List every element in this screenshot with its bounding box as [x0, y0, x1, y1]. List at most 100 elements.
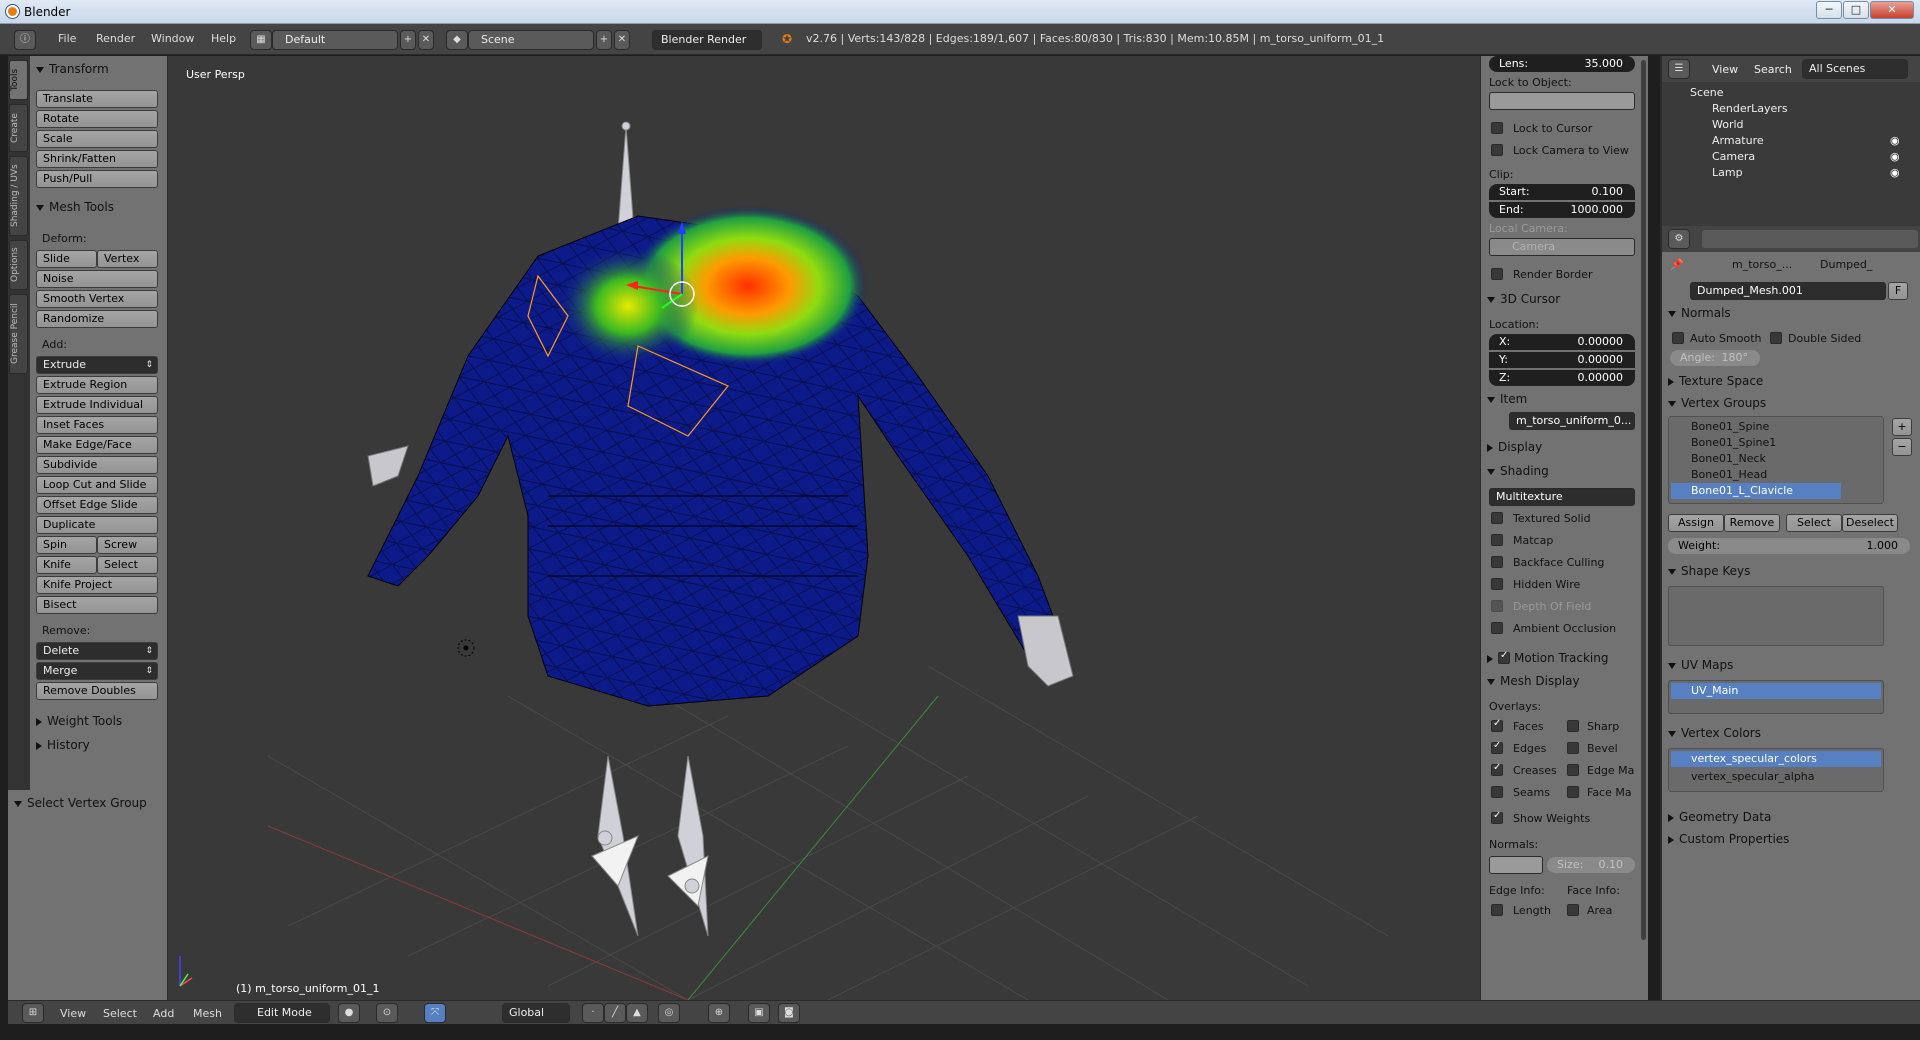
ao-checkbox[interactable]	[1491, 622, 1503, 634]
length-checkbox[interactable]	[1491, 904, 1503, 916]
local-camera-field[interactable]: Camera	[1489, 238, 1635, 256]
add-scene-icon[interactable]: +	[596, 30, 612, 50]
assign-button[interactable]: Assign	[1668, 514, 1724, 532]
menu-file[interactable]: File	[58, 32, 76, 45]
knife-button[interactable]: Knife	[36, 556, 97, 574]
list-item-selected[interactable]: Bone01_L_Clavicle	[1671, 483, 1841, 499]
uv-maps-panel-header[interactable]: UV Maps	[1668, 658, 1733, 672]
normals-display-buttons[interactable]	[1489, 856, 1543, 874]
shading-mode-dropdown[interactable]: Multitexture	[1489, 488, 1635, 506]
auto-smooth-checkbox[interactable]	[1672, 332, 1684, 344]
outliner-item-lamp[interactable]: Lamp	[1712, 166, 1743, 179]
remove-button[interactable]: Remove	[1724, 514, 1780, 532]
3d-viewport[interactable]: User Persp (1) m_torso_uniform_01_1	[168, 56, 1480, 1000]
textured-solid-checkbox[interactable]	[1491, 512, 1503, 524]
scene-field[interactable]: Scene	[468, 30, 594, 50]
display-panel-header[interactable]: Display	[1487, 440, 1542, 454]
lock-camera-checkbox[interactable]	[1491, 144, 1503, 156]
screen-layout-field[interactable]: Default	[272, 30, 398, 50]
screen-layout-icon[interactable]: ▦	[250, 30, 272, 50]
delete-dropdown[interactable]: Delete	[36, 642, 158, 660]
menu-add[interactable]: Add	[153, 1007, 174, 1020]
menu-mesh[interactable]: Mesh	[193, 1007, 222, 1020]
add-vertex-group-button[interactable]: +	[1892, 418, 1912, 436]
eye-icon[interactable]: ◉	[1890, 134, 1900, 147]
vertex-colors-list[interactable]: vertex_specular_colors vertex_specular_a…	[1668, 748, 1884, 792]
remove-doubles-button[interactable]: Remove Doubles	[36, 682, 158, 700]
editor-type-3dview-icon[interactable]: ⊞	[22, 1003, 44, 1023]
cursor-x-field[interactable]: X: 0.00000	[1489, 334, 1635, 350]
edge-select-icon[interactable]: ╱	[604, 1003, 626, 1023]
shape-keys-panel-header[interactable]: Shape Keys	[1668, 564, 1750, 578]
fake-user-button[interactable]: F	[1888, 282, 1908, 300]
maximize-button[interactable]: □	[1843, 1, 1869, 19]
item-name-field[interactable]: m_torso_uniform_0...	[1509, 412, 1635, 430]
push-pull-button[interactable]: Push/Pull	[36, 170, 158, 188]
mesh-datablock-field[interactable]: Dumped_Mesh.001	[1690, 282, 1886, 300]
motion-tracking-checkbox[interactable]	[1498, 650, 1510, 664]
bevel-checkbox[interactable]	[1567, 742, 1579, 754]
shape-keys-list[interactable]	[1668, 586, 1884, 646]
cursor-y-field[interactable]: Y: 0.00000	[1489, 352, 1635, 368]
tab-tools[interactable]: Tools	[9, 60, 28, 100]
smooth-vertex-button[interactable]: Smooth Vertex	[36, 290, 158, 308]
show-weights-checkbox[interactable]	[1491, 810, 1503, 824]
loop-cut-button[interactable]: Loop Cut and Slide	[36, 476, 158, 494]
menu-help[interactable]: Help	[211, 32, 236, 45]
item-panel-header[interactable]: Item	[1487, 392, 1527, 406]
custom-properties-panel-header[interactable]: Custom Properties	[1668, 832, 1789, 846]
texture-space-panel-header[interactable]: Texture Space	[1668, 374, 1763, 388]
face-ma-checkbox[interactable]	[1567, 786, 1579, 798]
cursor-z-field[interactable]: Z: 0.00000	[1489, 370, 1635, 386]
camera-icon[interactable]: ◙	[778, 1003, 800, 1023]
shading-panel-header[interactable]: Shading	[1487, 464, 1549, 478]
subdivide-button[interactable]: Subdivide	[36, 456, 158, 474]
hidden-wire-checkbox[interactable]	[1491, 578, 1503, 590]
noise-button[interactable]: Noise	[36, 270, 158, 288]
manipulator-icon[interactable]: ⤧	[424, 1003, 446, 1023]
tab-shading-uvs[interactable]: Shading / UVs	[9, 156, 28, 236]
area-checkbox[interactable]	[1567, 904, 1579, 916]
render-border-checkbox[interactable]	[1491, 268, 1503, 280]
transform-panel-header[interactable]: Transform	[36, 62, 109, 76]
select-button[interactable]: Select	[1786, 514, 1842, 532]
lens-field[interactable]: Lens: 35.000	[1489, 56, 1635, 72]
lock-object-field[interactable]	[1489, 92, 1635, 110]
backface-culling-checkbox[interactable]	[1491, 556, 1503, 568]
list-item[interactable]: Bone01_Spine	[1671, 419, 1841, 435]
matcap-checkbox[interactable]	[1491, 534, 1503, 546]
extrude-dropdown[interactable]: Extrude	[36, 356, 158, 374]
weight-field[interactable]: Weight: 1.000	[1668, 538, 1910, 554]
menu-render[interactable]: Render	[96, 32, 135, 45]
outliner-editor-icon[interactable]: ☰	[1668, 59, 1690, 79]
snap-icon[interactable]: ⊕	[708, 1003, 730, 1023]
outliner-item-world[interactable]: World	[1712, 118, 1744, 131]
outliner-filter-dropdown[interactable]: All Scenes	[1802, 59, 1908, 79]
extrude-individual-button[interactable]: Extrude Individual	[36, 396, 158, 414]
list-item[interactable]: vertex_specular_alpha	[1671, 769, 1881, 785]
slide-edge-button[interactable]: Slide Edge	[36, 250, 97, 281]
menu-select[interactable]: Select	[103, 1007, 137, 1020]
editor-type-info-icon[interactable]: ⓘ	[14, 30, 36, 50]
render-preview-icon[interactable]: ▣	[748, 1003, 770, 1023]
face-select-icon[interactable]: ▲	[626, 1003, 648, 1023]
remove-scene-icon[interactable]: ✕	[614, 30, 630, 50]
viewport-shading-icon[interactable]: ●	[338, 1003, 360, 1023]
angle-field[interactable]: Angle: 180°	[1670, 350, 1760, 366]
uv-maps-list[interactable]: UV_Main	[1668, 680, 1884, 714]
close-button[interactable]: ✕	[1870, 1, 1914, 19]
weight-tools-panel-header[interactable]: Weight Tools	[36, 714, 122, 728]
eye-icon[interactable]: ◉	[1890, 166, 1900, 179]
outliner-search-menu[interactable]: Search	[1754, 63, 1792, 76]
deselect-button[interactable]: Deselect	[1842, 514, 1898, 532]
clip-end-field[interactable]: End: 1000.000	[1489, 202, 1635, 218]
pivot-point-icon[interactable]: ⊙	[376, 1003, 398, 1023]
orientation-dropdown[interactable]: Global	[502, 1003, 570, 1023]
make-edge-face-button[interactable]: Make Edge/Face	[36, 436, 158, 454]
mode-dropdown[interactable]: Edit Mode	[234, 1003, 330, 1023]
knife-project-button[interactable]: Knife Project	[36, 576, 158, 594]
vertex-slide-button[interactable]: Vertex	[97, 250, 158, 268]
proportional-edit-icon[interactable]: ◎	[658, 1003, 680, 1023]
duplicate-button[interactable]: Duplicate	[36, 516, 158, 534]
list-item[interactable]: Bone01_Spine1	[1671, 435, 1841, 451]
